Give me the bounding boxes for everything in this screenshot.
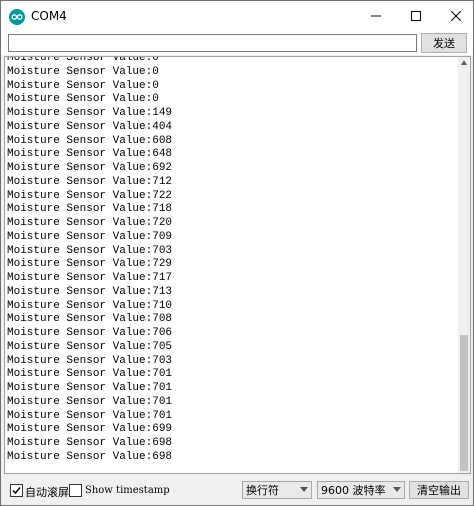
output-line: Moisture Sensor Value:692	[7, 162, 173, 174]
baud-rate-value: 9600 波特率	[321, 484, 386, 497]
chevron-down-icon	[393, 487, 401, 492]
output-line: Moisture Sensor Value:648	[7, 148, 173, 161]
output-line: Moisture Sensor Value:701	[7, 395, 173, 408]
serial-output[interactable]: Moisture Sensor Value:0 Moisture Sensor V…	[4, 56, 471, 474]
output-line: Moisture Sensor Value:0	[7, 56, 159, 64]
output-line: Moisture Sensor Value:0	[7, 79, 159, 92]
show-timestamp-label[interactable]: Show timestamp	[85, 485, 170, 496]
line-ending-select[interactable]: 换行符	[242, 481, 312, 499]
output-line: Moisture Sensor Value:698	[7, 450, 173, 463]
output-line: Moisture Sensor Value:709	[7, 230, 173, 243]
output-line: Moisture Sensor Value:0	[7, 93, 159, 106]
serial-monitor-window: COM4 发送 Moisture Sensor Value:0 Moisture …	[0, 0, 474, 506]
output-line: Moisture Sensor Value:404	[7, 120, 173, 133]
output-line: Moisture Sensor Value:699	[7, 423, 173, 436]
close-button[interactable]	[433, 1, 474, 31]
output-line: Moisture Sensor Value:608	[7, 134, 173, 147]
output-line: Moisture Sensor Value:703	[7, 354, 173, 367]
output-line: Moisture Sensor Value:718	[7, 203, 173, 216]
output-line: Moisture Sensor Value:701	[7, 409, 173, 422]
autoscroll-checkbox[interactable]	[10, 484, 23, 497]
output-line: Moisture Sensor Value:708	[7, 313, 173, 326]
send-input[interactable]	[8, 34, 417, 52]
checkmark-icon	[12, 487, 21, 495]
show-timestamp-checkbox[interactable]	[69, 484, 82, 497]
clear-output-button[interactable]: 清空输出	[409, 481, 469, 499]
send-row: 发送	[1, 31, 473, 55]
scrollbar-thumb[interactable]	[460, 335, 468, 471]
maximize-icon	[411, 11, 421, 21]
status-bar: 自动滚屏 Show timestamp 换行符 9600 波特率 清空输出	[1, 475, 473, 505]
close-icon	[451, 11, 461, 21]
output-line: Moisture Sensor Value:706	[7, 327, 173, 339]
vertical-scrollbar[interactable]	[458, 57, 470, 473]
minimize-icon	[371, 15, 381, 17]
output-line: Moisture Sensor Value:713	[7, 285, 173, 298]
output-line: Moisture Sensor Value:729	[7, 258, 173, 271]
output-line: Moisture Sensor Value:717	[7, 272, 173, 284]
baud-rate-select[interactable]: 9600 波特率	[317, 481, 405, 499]
window-title: COM4	[31, 9, 67, 23]
output-line: Moisture Sensor Value:701	[7, 382, 173, 394]
output-line: Moisture Sensor Value:710	[7, 299, 173, 312]
output-line: Moisture Sensor Value:703	[7, 244, 173, 257]
output-line: Moisture Sensor Value:720	[7, 217, 173, 229]
output-line: Moisture Sensor Value:701	[7, 368, 173, 381]
arduino-logo-icon	[9, 9, 25, 25]
output-lines: Moisture Sensor Value:0 Moisture Sensor V…	[7, 56, 453, 465]
output-line: Moisture Sensor Value:0	[7, 65, 159, 78]
chevron-down-icon	[300, 487, 308, 492]
title-bar[interactable]: COM4	[1, 1, 473, 31]
send-button[interactable]: 发送	[421, 33, 467, 53]
output-line: Moisture Sensor Value:722	[7, 189, 173, 202]
autoscroll-label[interactable]: 自动滚屏	[25, 484, 69, 500]
output-line: Moisture Sensor Value:712	[7, 175, 173, 188]
scroll-up-arrow-icon[interactable]	[460, 59, 468, 67]
line-ending-value: 换行符	[246, 484, 279, 497]
output-line: Moisture Sensor Value:698	[7, 437, 173, 449]
output-line: Moisture Sensor Value:705	[7, 340, 173, 353]
output-line: Moisture Sensor Value:149	[7, 107, 173, 119]
